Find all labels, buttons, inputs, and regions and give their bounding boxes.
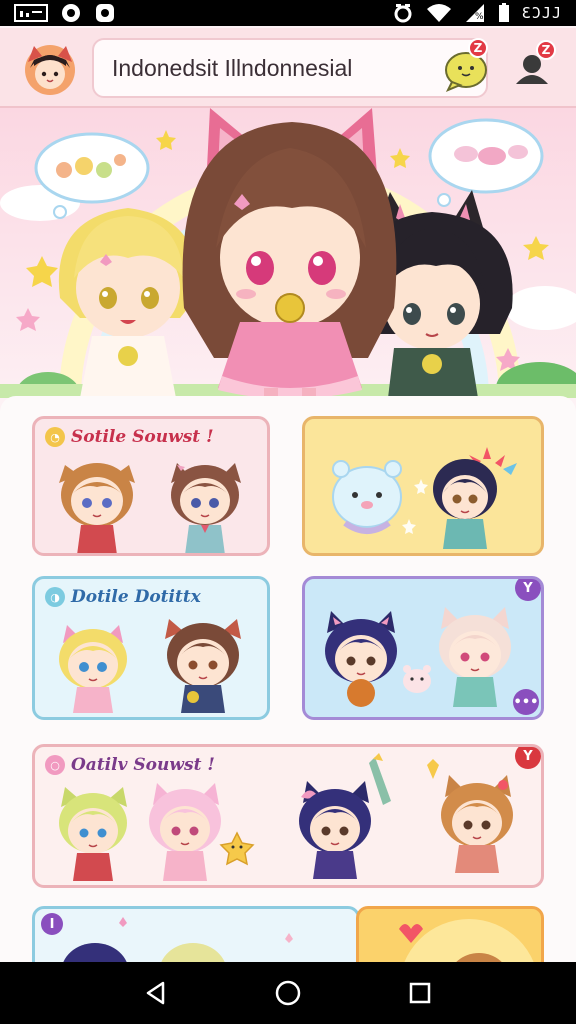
cell-signal-icon: % bbox=[465, 4, 484, 22]
back-icon bbox=[146, 981, 165, 1005]
hero-illustration bbox=[0, 108, 576, 398]
brown-hair-character bbox=[182, 108, 397, 398]
profile-button[interactable]: Z bbox=[510, 40, 560, 92]
card-4-more-badge: ••• bbox=[513, 689, 539, 715]
clock: ƐƆJJ bbox=[521, 4, 562, 22]
card-2[interactable] bbox=[302, 416, 544, 556]
app-header: Indonedsit Illndonnesial Z Z bbox=[0, 28, 576, 108]
navigation-bar bbox=[0, 962, 576, 1024]
chat-badge: Z bbox=[468, 38, 488, 58]
card-4[interactable]: Y ••• bbox=[302, 576, 544, 720]
card-1-illustration bbox=[59, 463, 241, 553]
card-5-illustration bbox=[59, 753, 513, 881]
card-6-badge: I bbox=[41, 913, 63, 935]
avatar[interactable] bbox=[22, 40, 78, 96]
recents-icon bbox=[409, 982, 431, 1004]
card-5[interactable]: ○ Oatilv Souwst ! Y bbox=[32, 744, 544, 888]
card-6-illustration bbox=[63, 917, 293, 962]
alarm-icon bbox=[394, 4, 412, 23]
card-6[interactable]: I bbox=[32, 906, 360, 962]
card-7-illustration bbox=[399, 919, 534, 962]
notification-icon bbox=[96, 4, 114, 22]
battery-icon bbox=[498, 3, 509, 22]
hero-banner[interactable] bbox=[0, 108, 576, 398]
screenshot-icon bbox=[14, 4, 48, 22]
card-1[interactable]: ◔ Sotile Souwst ! bbox=[32, 416, 270, 556]
home-button[interactable] bbox=[268, 973, 308, 1013]
svg-text:%: % bbox=[475, 12, 484, 22]
card-4-illustration bbox=[325, 607, 511, 707]
chat-button[interactable]: Z bbox=[442, 38, 490, 92]
search-text: Indonedsit Illndonnesial bbox=[112, 54, 353, 81]
recents-button[interactable] bbox=[400, 973, 440, 1013]
card-7[interactable] bbox=[356, 906, 544, 962]
status-bar: % ƐƆJJ bbox=[0, 0, 576, 26]
profile-badge: Z bbox=[536, 40, 556, 60]
search-bar[interactable]: Indonedsit Illndonnesial bbox=[92, 38, 488, 98]
card-3-illustration bbox=[59, 619, 241, 713]
card-4-badge: Y bbox=[515, 579, 541, 601]
card-3[interactable]: ◑ Dotile Dotittx bbox=[32, 576, 270, 720]
wifi-icon bbox=[426, 4, 451, 22]
home-icon bbox=[275, 980, 301, 1006]
back-button[interactable] bbox=[136, 973, 176, 1013]
content-feed: ◔ Sotile Souwst ! ◑ Dotile Dotittx Y •••… bbox=[0, 396, 576, 962]
card-2-illustration bbox=[332, 447, 517, 549]
circle-icon bbox=[62, 4, 80, 22]
